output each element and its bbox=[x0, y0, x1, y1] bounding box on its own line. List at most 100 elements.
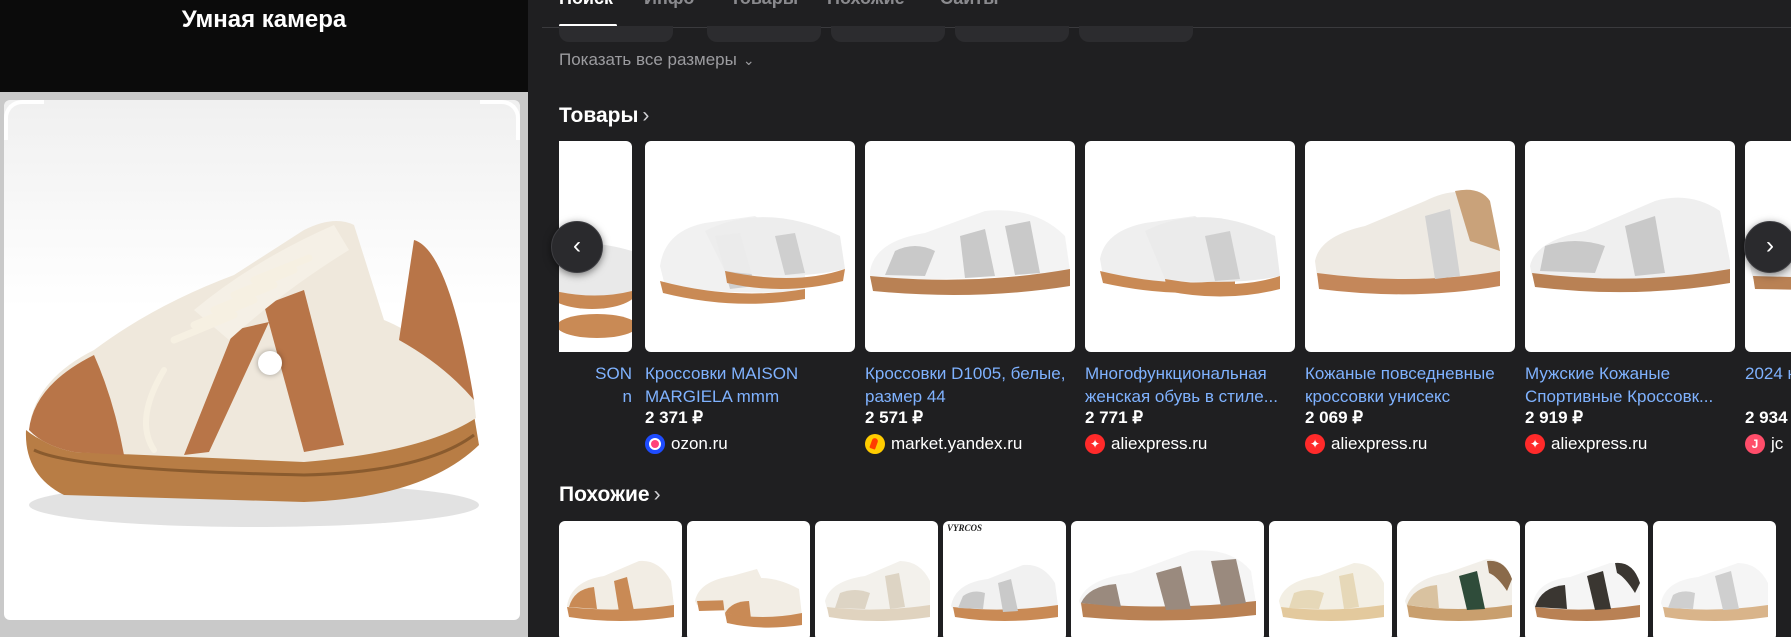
chevron-right-icon: › bbox=[642, 104, 650, 127]
product-title[interactable]: Мужские Кожаные Спортивные Кроссовк... bbox=[1525, 362, 1735, 406]
products-section-label: Товары bbox=[559, 104, 639, 127]
product-card[interactable]: Кроссовки MAISON MARGIELA mmm 2 371 ₽ oz… bbox=[645, 141, 855, 456]
chevron-right-icon: › bbox=[653, 483, 661, 506]
similar-image[interactable] bbox=[687, 521, 810, 637]
size-chip[interactable] bbox=[831, 26, 945, 42]
similar-section-title[interactable]: Похожие › bbox=[559, 483, 661, 507]
product-title[interactable]: Многофункциональная женская обувь в стил… bbox=[1085, 362, 1295, 406]
tab-sites[interactable]: Сайты bbox=[940, 0, 998, 9]
sneaker-thumbnail bbox=[1405, 559, 1512, 621]
frame-corner-icon[interactable] bbox=[480, 580, 520, 620]
product-shop[interactable]: aliexpress.ru bbox=[1305, 432, 1515, 456]
product-price: 2 069 ₽ bbox=[1305, 408, 1364, 427]
results-panel: Поиск Инфо Товары Похожие Сайты Показать… bbox=[542, 0, 1791, 637]
chevron-down-icon: ⌄ bbox=[742, 52, 755, 68]
frame-corner-icon[interactable] bbox=[4, 100, 44, 140]
sneaker-thumbnail bbox=[1530, 197, 1730, 293]
shop-name: ozon.ru bbox=[671, 434, 728, 453]
sneaker-thumbnail bbox=[695, 569, 802, 628]
shop-name: aliexpress.ru bbox=[1331, 434, 1428, 453]
shop-logo-icon bbox=[1745, 434, 1765, 454]
shop-name: aliexpress.ru bbox=[1111, 434, 1208, 453]
sneaker-thumbnail bbox=[870, 210, 1070, 295]
carousel-next-button[interactable]: › bbox=[1744, 221, 1791, 273]
show-all-sizes-button[interactable]: Показать все размеры ⌄ bbox=[559, 50, 755, 70]
sneaker-thumbnail bbox=[1100, 216, 1280, 297]
panel-title: Умная камера bbox=[181, 6, 347, 33]
product-title[interactable]: SON n bbox=[559, 362, 632, 406]
sneaker-thumbnail bbox=[660, 216, 845, 304]
tab-info[interactable]: Инфо bbox=[644, 0, 694, 9]
product-title[interactable]: Кроссовки MAISON MARGIELA mmm bbox=[645, 362, 855, 406]
shop-name: jc bbox=[1771, 434, 1784, 453]
frame-corner-icon[interactable] bbox=[4, 580, 44, 620]
image-watermark: VYRCOS bbox=[947, 523, 983, 533]
product-image[interactable] bbox=[865, 141, 1075, 352]
product-image[interactable] bbox=[1305, 141, 1515, 352]
carousel-prev-button[interactable]: ‹ bbox=[551, 221, 603, 273]
product-card[interactable]: Многофункциональная женская обувь в стил… bbox=[1085, 141, 1295, 456]
product-title[interactable]: 2024 кожа bbox=[1745, 362, 1791, 406]
similar-image[interactable] bbox=[815, 521, 938, 637]
size-chip[interactable] bbox=[559, 26, 673, 42]
product-price: 2 771 ₽ bbox=[1085, 408, 1144, 427]
shop-name: market.yandex.ru bbox=[891, 434, 1023, 453]
frame-corner-icon[interactable] bbox=[480, 100, 520, 140]
product-shop[interactable]: jc bbox=[1745, 432, 1791, 456]
product-shop[interactable]: aliexpress.ru bbox=[1525, 432, 1735, 456]
size-chip[interactable] bbox=[707, 26, 821, 42]
aliexpress-logo-icon bbox=[1305, 434, 1325, 454]
query-image[interactable] bbox=[4, 100, 520, 620]
product-price: 2 571 ₽ bbox=[865, 408, 924, 427]
size-chip[interactable] bbox=[955, 26, 1069, 42]
product-price: 2 934 bbox=[1745, 408, 1788, 427]
sneaker-thumbnail bbox=[1533, 562, 1640, 621]
show-all-sizes-label: Показать все размеры bbox=[559, 50, 737, 69]
similar-image[interactable] bbox=[559, 521, 682, 637]
products-section-title[interactable]: Товары › bbox=[559, 104, 649, 128]
similar-images-row: VYRCOS bbox=[559, 521, 1791, 637]
sneaker-thumbnail bbox=[825, 561, 930, 621]
product-price: 2 371 ₽ bbox=[645, 408, 704, 427]
product-shop[interactable]: ozon.ru bbox=[645, 432, 855, 456]
similar-image[interactable] bbox=[1397, 521, 1520, 637]
sneaker-thumbnail bbox=[1079, 550, 1256, 621]
tab-products[interactable]: Товары bbox=[730, 0, 798, 9]
product-card[interactable]: Мужские Кожаные Спортивные Кроссовк... 2… bbox=[1525, 141, 1735, 456]
chevron-right-icon: › bbox=[1766, 232, 1774, 259]
product-shop[interactable]: aliexpress.ru bbox=[1085, 432, 1295, 456]
smart-camera-panel: Умная камера bbox=[0, 0, 528, 637]
chevron-left-icon: ‹ bbox=[573, 232, 581, 259]
sneaker-thumbnail bbox=[567, 560, 674, 621]
product-image[interactable] bbox=[1085, 141, 1295, 352]
product-image[interactable] bbox=[1525, 141, 1735, 352]
similar-image[interactable] bbox=[1525, 521, 1648, 637]
sneaker-thumbnail bbox=[951, 564, 1058, 621]
product-card[interactable]: Кроссовки D1005, белые, размер 44 2 571 … bbox=[865, 141, 1075, 456]
product-title[interactable]: Кроссовки D1005, белые, размер 44 bbox=[865, 362, 1075, 406]
focus-point-icon[interactable] bbox=[258, 351, 282, 375]
similar-image[interactable] bbox=[1071, 521, 1264, 637]
similar-image[interactable] bbox=[1269, 521, 1392, 637]
sneaker-thumbnail bbox=[1661, 563, 1768, 621]
tab-search[interactable]: Поиск bbox=[559, 0, 613, 9]
similar-image[interactable]: VYRCOS bbox=[943, 521, 1066, 637]
yandex-market-logo-icon bbox=[865, 434, 885, 454]
product-shop[interactable]: market.yandex.ru bbox=[865, 432, 1075, 456]
product-card[interactable]: Кожаные повседневные кроссовки унисекс 2… bbox=[1305, 141, 1515, 456]
shop-name: aliexpress.ru bbox=[1551, 434, 1648, 453]
product-card[interactable]: SON n bbox=[559, 141, 632, 406]
sneaker-thumbnail bbox=[1315, 189, 1500, 295]
products-carousel: SON n Кроссовки MAISON MARGIELA mmm 2 37… bbox=[559, 141, 1791, 461]
product-card[interactable]: 2024 кожа 2 934 jc bbox=[1745, 141, 1791, 456]
tab-similar[interactable]: Похожие bbox=[827, 0, 905, 9]
similar-image[interactable] bbox=[1653, 521, 1776, 637]
size-chip[interactable] bbox=[1079, 26, 1193, 42]
similar-section-label: Похожие bbox=[559, 483, 650, 506]
product-image[interactable] bbox=[645, 141, 855, 352]
product-title[interactable]: Кожаные повседневные кроссовки унисекс bbox=[1305, 362, 1515, 406]
sneaker-thumbnail bbox=[1279, 563, 1384, 621]
aliexpress-logo-icon bbox=[1085, 434, 1105, 454]
aliexpress-logo-icon bbox=[1525, 434, 1545, 454]
tabs-bar: Поиск Инфо Товары Похожие Сайты bbox=[542, 0, 1791, 28]
